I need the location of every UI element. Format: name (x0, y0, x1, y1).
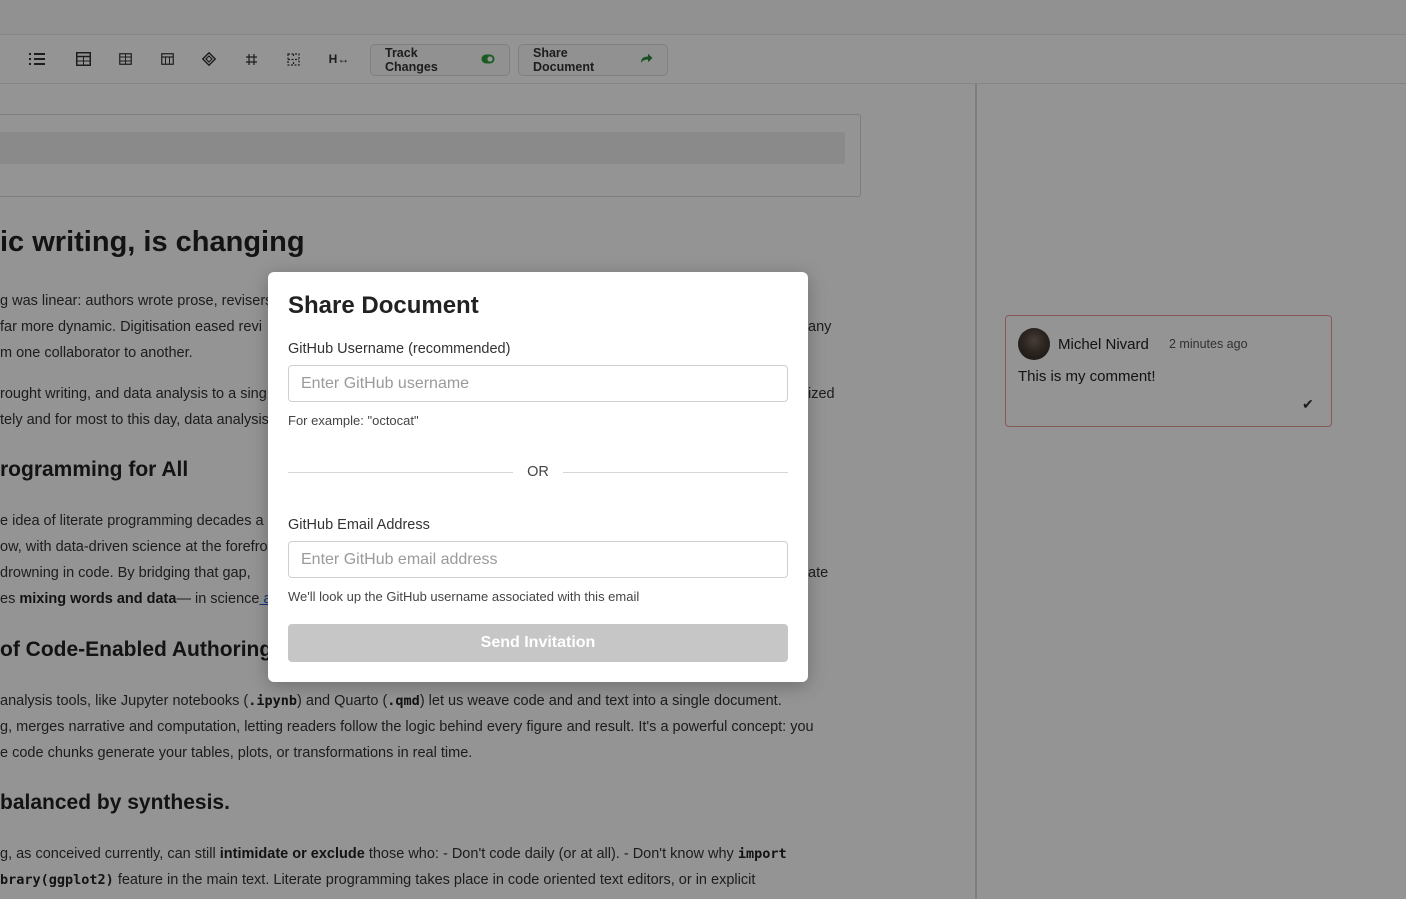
share-document-dialog: Share Document GitHub Username (recommen… (268, 272, 808, 682)
email-label: GitHub Email Address (288, 517, 430, 533)
divider-left (288, 472, 513, 473)
send-invitation-button[interactable]: Send Invitation (288, 624, 788, 662)
or-separator: OR (527, 464, 549, 480)
divider-right (563, 472, 788, 473)
github-username-input[interactable] (288, 365, 788, 402)
github-email-input[interactable] (288, 541, 788, 578)
dialog-title: Share Document (288, 292, 479, 319)
username-label: GitHub Username (recommended) (288, 341, 511, 357)
username-hint: For example: "octocat" (288, 413, 419, 428)
email-hint: We'll look up the GitHub username associ… (288, 589, 640, 604)
